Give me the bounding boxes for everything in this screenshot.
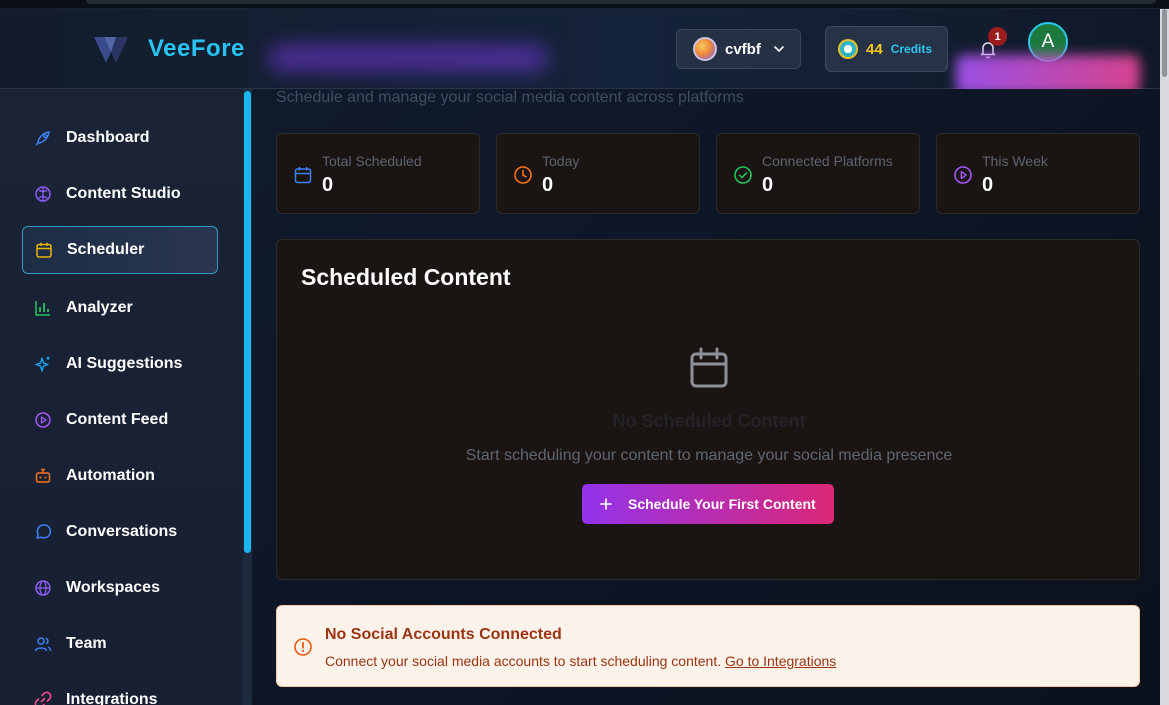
- sidebar-item-label: Automation: [66, 467, 155, 484]
- calendar-icon: [36, 242, 52, 258]
- globe-brain-icon: [35, 186, 51, 202]
- plus-icon: [600, 498, 612, 510]
- sidebar: Dashboard Content Studio Scheduler Analy…: [0, 89, 244, 705]
- chevron-down-icon: [774, 46, 784, 53]
- main-content: Schedule and manage your social media co…: [252, 89, 1160, 705]
- calendar-icon: [690, 347, 728, 388]
- stat-card-connected-platforms: Connected Platforms 0: [716, 133, 920, 214]
- alert-circle-icon: [294, 638, 312, 656]
- workspace-avatar: [693, 37, 717, 61]
- go-to-integrations-link[interactable]: Go to Integrations: [725, 653, 836, 669]
- stat-label: Today: [542, 153, 580, 169]
- alert-title: No Social Accounts Connected: [325, 626, 562, 643]
- schedule-first-content-button[interactable]: Schedule Your First Content: [582, 484, 834, 524]
- sidebar-item-label: Scheduler: [67, 241, 145, 258]
- sidebar-item-team[interactable]: Team: [22, 620, 218, 668]
- panel-title: Scheduled Content: [301, 264, 511, 290]
- sidebar-item-dashboard[interactable]: Dashboard: [22, 114, 218, 162]
- stat-card-total-scheduled: Total Scheduled 0: [276, 133, 480, 214]
- scheduled-content-panel: Scheduled Content No Scheduled Content S…: [276, 239, 1140, 580]
- stat-value: 0: [542, 174, 554, 196]
- sparkles-icon: [35, 356, 50, 372]
- sidebar-scrollbar[interactable]: [243, 89, 252, 705]
- sidebar-item-label: AI Suggestions: [66, 355, 183, 372]
- workspace-switcher-button[interactable]: cvfbf: [676, 29, 801, 69]
- stat-card-today: Today 0: [496, 133, 700, 214]
- sidebar-item-label: Workspaces: [66, 579, 160, 596]
- alert-message: Connect your social media accounts to st…: [325, 653, 722, 669]
- credits-button[interactable]: 44 Credits: [825, 26, 948, 72]
- link-icon: [34, 691, 52, 705]
- stat-label: Connected Platforms: [762, 153, 893, 169]
- veefore-logo-icon: [94, 37, 128, 63]
- sidebar-item-label: Content Studio: [66, 185, 181, 202]
- sidebar-scrollbar-thumb[interactable]: [244, 91, 251, 553]
- sidebar-item-content-studio[interactable]: Content Studio: [22, 170, 218, 218]
- stat-label: This Week: [982, 153, 1048, 169]
- check-circle-icon: [734, 166, 752, 184]
- page-subtitle: Schedule and manage your social media co…: [276, 89, 744, 106]
- credits-value: 44: [866, 40, 883, 58]
- alert-text: Connect your social media accounts to st…: [325, 653, 836, 669]
- globe-icon: [35, 580, 51, 596]
- sidebar-item-label: Team: [66, 635, 107, 652]
- sidebar-item-workspaces[interactable]: Workspaces: [22, 564, 218, 612]
- window-top-strip: [0, 0, 1169, 9]
- calendar-icon: [294, 167, 312, 184]
- sidebar-item-label: Conversations: [66, 523, 178, 540]
- no-accounts-alert: No Social Accounts Connected Connect you…: [276, 605, 1140, 687]
- button-label: Schedule Your First Content: [628, 496, 816, 512]
- play-circle-icon: [954, 166, 972, 184]
- empty-state-text: Start scheduling your content to manage …: [465, 447, 953, 464]
- users-icon: [34, 637, 52, 652]
- sidebar-item-conversations[interactable]: Conversations: [22, 508, 218, 556]
- rocket-icon: [35, 131, 50, 146]
- sidebar-item-label: Dashboard: [66, 129, 150, 146]
- stat-value: 0: [762, 174, 774, 196]
- stat-label: Total Scheduled: [322, 153, 422, 169]
- page-scrollbar-thumb[interactable]: [1162, 9, 1167, 77]
- empty-state-title: No Scheduled Content: [612, 411, 806, 431]
- sidebar-item-label: Content Feed: [66, 411, 169, 428]
- sidebar-item-ai-suggestions[interactable]: AI Suggestions: [22, 340, 218, 388]
- stat-value: 0: [982, 174, 994, 196]
- play-circle-icon: [35, 412, 51, 428]
- sidebar-item-content-feed[interactable]: Content Feed: [22, 396, 218, 444]
- clock-icon: [514, 166, 532, 184]
- coin-icon: [838, 39, 858, 59]
- stat-value: 0: [322, 174, 334, 196]
- workspace-name: cvfbf: [725, 40, 761, 58]
- notification-badge: 1: [988, 27, 1007, 46]
- sidebar-item-integrations[interactable]: Integrations: [22, 676, 218, 705]
- sidebar-item-analyzer[interactable]: Analyzer: [22, 284, 218, 332]
- credits-label: Credits: [890, 42, 933, 56]
- blurred-title: [268, 45, 548, 71]
- chat-bubble-icon: [36, 524, 52, 539]
- browser-bar: [86, 0, 1156, 4]
- sidebar-item-label: Analyzer: [66, 299, 133, 316]
- stat-card-this-week: This Week 0: [936, 133, 1140, 214]
- brand-name[interactable]: VeeFore: [148, 35, 245, 63]
- bar-chart-icon: [35, 301, 50, 316]
- bot-icon: [35, 468, 51, 483]
- page-scrollbar[interactable]: [1160, 9, 1169, 705]
- sidebar-item-scheduler[interactable]: Scheduler: [22, 226, 218, 274]
- top-header: VeeFore cvfbf 44 Credits 1 A: [0, 9, 1160, 95]
- sidebar-item-automation[interactable]: Automation: [22, 452, 218, 500]
- sidebar-item-label: Integrations: [66, 691, 158, 705]
